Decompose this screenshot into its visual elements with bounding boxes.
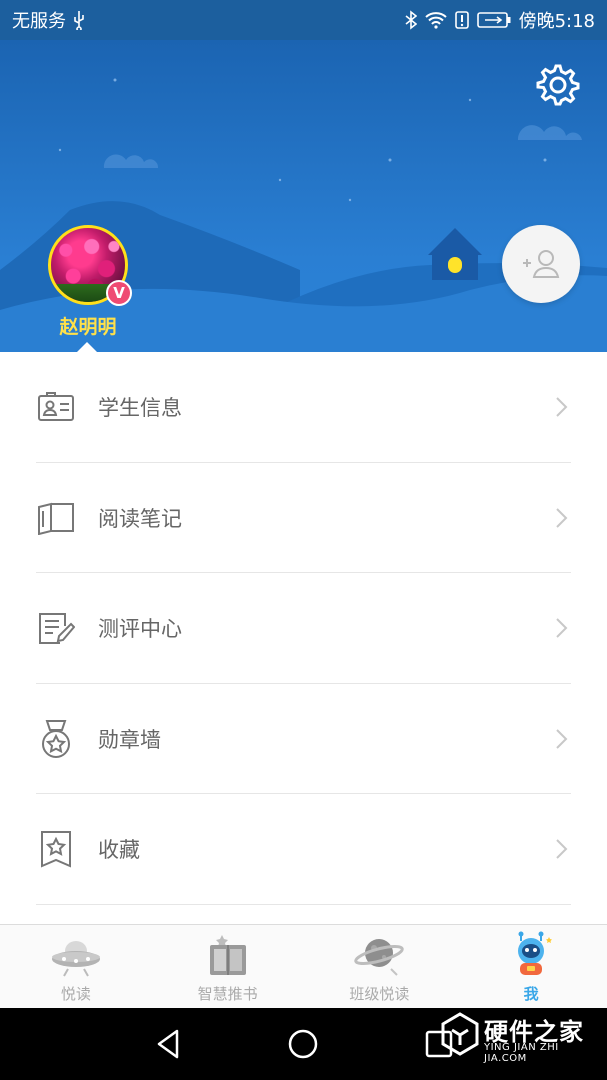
- wifi-icon: [424, 11, 447, 29]
- watermark: 硬件之家 YING JIAN ZHI JIA.COM: [440, 1010, 600, 1064]
- medal-icon: [36, 719, 76, 759]
- usb-icon: [72, 10, 86, 30]
- chevron-right-icon: [556, 618, 568, 638]
- clock-text: 傍晚5:18: [518, 11, 595, 32]
- menu-item-favorites[interactable]: 收藏: [0, 794, 607, 905]
- watermark-subtitle: YING JIAN ZHI JIA.COM: [484, 1042, 559, 1064]
- tab-class-reading[interactable]: 班级悦读: [304, 925, 456, 1008]
- tab-reading[interactable]: 悦读: [0, 925, 152, 1008]
- bluetooth-icon: [405, 10, 417, 30]
- tab-label: 我: [523, 985, 539, 1003]
- menu-item-medal-wall[interactable]: 勋章墙: [0, 684, 607, 795]
- book-icon: [36, 498, 76, 538]
- chevron-right-icon: [556, 729, 568, 749]
- watermark-logo-icon: [441, 1012, 479, 1056]
- bottom-tab-bar: 悦读 智慧推书 班级悦读 我: [0, 924, 607, 1008]
- chevron-right-icon: [556, 397, 568, 417]
- pointer-indicator: [76, 342, 98, 352]
- status-bar: 无服务 傍晚5:18: [0, 0, 607, 40]
- edit-note-icon: [36, 608, 76, 648]
- alert-icon: [454, 10, 469, 30]
- ufo-icon: [51, 941, 100, 977]
- tab-me[interactable]: 我: [455, 925, 607, 1008]
- vip-badge: V: [106, 280, 132, 306]
- menu-item-label: 勋章墙: [98, 727, 161, 752]
- battery-icon: [476, 12, 511, 28]
- home-icon[interactable]: [285, 1026, 321, 1062]
- tab-label: 悦读: [60, 985, 91, 1003]
- gear-icon: [536, 64, 580, 106]
- bookmark-star-icon: [36, 829, 76, 869]
- header-background: [0, 78, 607, 352]
- chevron-right-icon: [556, 839, 568, 859]
- planet-icon: [354, 939, 405, 976]
- settings-button[interactable]: [531, 60, 581, 110]
- books-icon: [209, 935, 246, 975]
- back-icon[interactable]: [151, 1026, 187, 1062]
- tab-smart-book-recommend[interactable]: 智慧推书: [152, 925, 304, 1008]
- menu-item-label: 阅读笔记: [98, 506, 182, 531]
- menu-item-label: 收藏: [98, 838, 140, 863]
- chevron-right-icon: [556, 508, 568, 528]
- id-card-icon: [36, 387, 76, 427]
- astronaut-icon: [518, 931, 553, 975]
- menu-item-reading-notes[interactable]: 阅读笔记: [0, 463, 607, 574]
- menu-list: 学生信息 阅读笔记 测评中心 勋章墙 收藏: [0, 352, 607, 905]
- username: 赵明明: [59, 316, 117, 338]
- add-friend-button[interactable]: [502, 225, 580, 303]
- tab-label: 智慧推书: [197, 985, 258, 1003]
- tab-label: 班级悦读: [349, 985, 410, 1003]
- carrier-text: 无服务: [12, 11, 66, 32]
- profile-header: V 赵明明: [0, 40, 607, 352]
- menu-item-label: 测评中心: [98, 617, 182, 642]
- menu-item-assessment-center[interactable]: 测评中心: [0, 573, 607, 684]
- menu-item-label: 学生信息: [98, 396, 182, 421]
- add-user-icon: [523, 250, 560, 278]
- menu-item-student-info[interactable]: 学生信息: [0, 352, 607, 463]
